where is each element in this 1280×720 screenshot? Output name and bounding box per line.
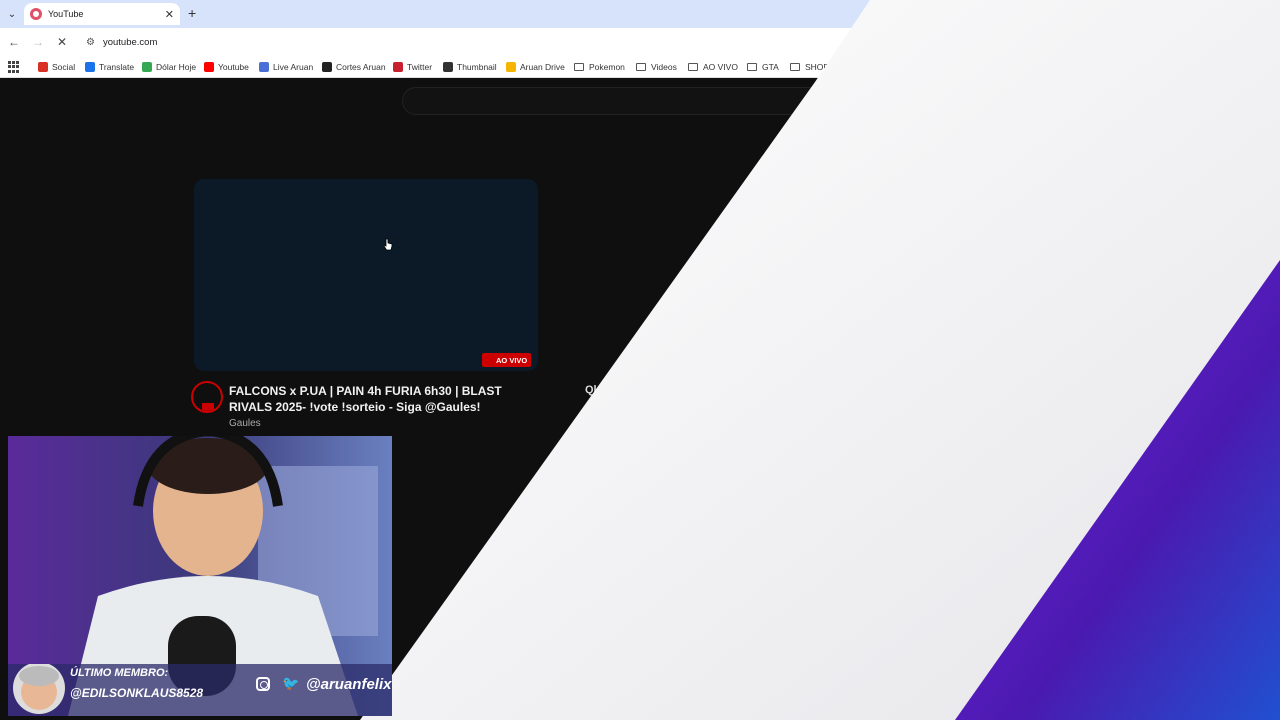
search-input[interactable] [402,87,842,115]
channel-avatar[interactable] [191,381,223,413]
channel-name[interactable]: Gaules [229,418,261,429]
bookmarks-bar: Social Translate Dólar Hoje Youtube Live… [0,56,1280,78]
notion-icon [322,62,332,72]
back-icon[interactable]: ← [6,34,22,50]
bookmark-folder-ao-vivo[interactable]: AO VIVO [688,60,738,74]
folder-icon [790,63,800,71]
dollar-icon [142,62,152,72]
bookmark-folder-videos[interactable]: Videos [636,60,677,74]
bookmark-translate[interactable]: Translate [85,60,134,74]
video-thumbnail[interactable] [194,179,538,371]
youtube-favicon-icon [30,8,42,20]
translate-icon [85,62,95,72]
folder-icon [747,63,757,71]
bookmark-social[interactable]: Social [38,60,75,74]
thumbnail-icon [443,62,453,72]
bookmark-youtube[interactable]: Youtube [204,60,249,74]
browser-window: ⌄ YouTube ✕ + ← → ✕ ⚙ youtube.com Social… [0,0,1280,720]
tab-youtube[interactable]: YouTube ✕ [24,3,180,25]
social-handle: @aruanfelix [306,676,392,693]
url-text: youtube.com [102,36,158,48]
drive-icon [506,62,516,72]
hand-cursor-icon [383,238,393,251]
bookmark-aruan-drive[interactable]: Aruan Drive [506,60,565,74]
address-bar[interactable]: ⚙ youtube.com [80,31,840,53]
bookmark-folder-shop[interactable]: SHOP [790,60,829,74]
site-info-icon[interactable]: ⚙ [86,37,95,48]
bookmark-thumbnail[interactable]: Thumbnail [443,60,497,74]
tab-close-icon[interactable]: ✕ [165,8,174,21]
apps-grid-icon[interactable] [8,61,20,73]
video-title[interactable]: FALCONS x P.UA | PAIN 4h FURIA 6h30 | BL… [229,383,529,415]
instagram-icon [256,677,270,691]
stop-loading-icon[interactable]: ✕ [54,34,70,50]
twitter-icon: 🐦 [282,675,300,691]
social-icon [38,62,48,72]
forward-icon[interactable]: → [30,34,46,50]
member-name: @EDILSONKLAUS8528 [70,686,204,700]
next-video-title-partial: Ql [585,384,597,396]
bookmark-twitter[interactable]: Twitter [393,60,432,74]
tab-search-icon[interactable]: ⌄ [4,6,20,22]
folder-icon [636,63,646,71]
browser-toolbar: ← → ✕ ⚙ youtube.com [0,28,1280,56]
folder-icon [688,63,698,71]
webcam-overlay: ÚLTIMO MEMBRO: @EDILSONKLAUS8528 🐦 @arua… [8,436,392,716]
twitter-icon [393,62,403,72]
youtube-icon [204,62,214,72]
bookmark-dolar-hoje[interactable]: Dólar Hoje [142,60,196,74]
document-icon [259,62,269,72]
bookmark-live-aruan[interactable]: Live Aruan [259,60,313,74]
new-tab-button[interactable]: + [188,5,202,21]
live-badge: AO VIVO [482,353,532,367]
member-label: ÚLTIMO MEMBRO: [70,667,169,679]
bookmark-folder-pokemon[interactable]: Pokemon [574,60,625,74]
tab-title: YouTube [48,9,84,19]
tab-strip: ⌄ YouTube ✕ + [0,0,1280,28]
bookmark-cortes-aruan[interactable]: Cortes Aruan [322,60,386,74]
video-card[interactable]: AO VIVO FALCONS x P.UA | PAIN 4h FURIA 6… [191,179,538,449]
bookmark-folder-gta[interactable]: GTA [747,60,779,74]
folder-icon [574,63,584,71]
